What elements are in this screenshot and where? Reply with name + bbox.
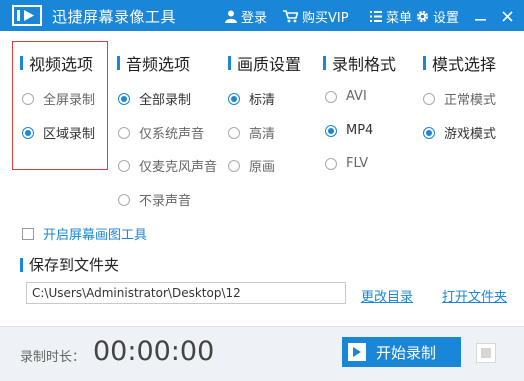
format-avi-label: AVI: [346, 89, 367, 104]
video-region-label: 区域录制: [43, 127, 96, 142]
mode-header: 模式选择: [423, 51, 496, 75]
quality-original-label: 原画: [249, 160, 276, 175]
minimize-icon: [474, 18, 486, 21]
quality-original-radio[interactable]: 原画: [228, 156, 275, 175]
save-folder-header: 保存到文件夹: [20, 254, 119, 275]
mode-normal-radio[interactable]: 正常模式: [423, 89, 496, 108]
open-folder-link[interactable]: 打开文件夹: [442, 286, 507, 305]
mode-normal-label: 正常模式: [444, 93, 497, 108]
radio-icon: [118, 126, 130, 139]
format-title: 录制格式: [332, 55, 397, 74]
radio-selected-icon: [228, 92, 240, 105]
radio-icon: [423, 92, 435, 105]
audio-none-radio[interactable]: 不录声音: [118, 190, 191, 209]
title-bar: 迅捷屏幕录像工具 登录 购买VIP 菜单 设置: [0, 0, 524, 31]
login-label: 登录: [241, 11, 268, 26]
format-flv-radio[interactable]: FLV: [325, 156, 368, 171]
section-marker: [323, 56, 326, 70]
paint-tool-checkbox[interactable]: 开启屏幕画图工具: [22, 224, 147, 243]
audio-mic-label: 仅麦克风声音: [139, 160, 218, 175]
gear-icon: [416, 10, 429, 23]
format-mp4-radio[interactable]: MP4: [325, 123, 373, 138]
settings-label: 设置: [433, 11, 460, 26]
close-icon: [501, 10, 513, 22]
format-header: 录制格式: [323, 51, 396, 75]
minimize-button[interactable]: [469, 5, 491, 27]
radio-icon: [118, 193, 130, 206]
status-bar: 录制时长： 00:00:00 开始录制: [0, 326, 524, 381]
cart-icon: [283, 10, 298, 23]
radio-icon: [325, 90, 337, 103]
format-flv-label: FLV: [346, 156, 369, 171]
quality-header: 画质设置: [228, 51, 301, 75]
quality-hd-label: 高清: [249, 127, 276, 142]
checkbox-icon: [22, 227, 34, 240]
video-options-title: 视频选项: [29, 55, 94, 74]
radio-icon: [118, 159, 130, 172]
menu-icon: [370, 11, 382, 22]
audio-system-label: 仅系统声音: [139, 127, 205, 142]
stop-icon: [481, 348, 491, 358]
section-marker: [228, 56, 231, 70]
change-directory-link[interactable]: 更改目录: [361, 286, 413, 305]
radio-selected-icon: [325, 124, 337, 137]
buy-vip-label: 购买VIP: [302, 11, 349, 26]
menu-label: 菜单: [386, 11, 413, 26]
audio-all-label: 全部录制: [139, 93, 192, 108]
start-recording-button[interactable]: 开始录制: [342, 337, 461, 367]
radio-selected-icon: [423, 126, 435, 139]
video-fullscreen-radio[interactable]: 全屏录制: [22, 89, 95, 108]
settings-button[interactable]: 设置: [416, 7, 459, 26]
audio-system-radio[interactable]: 仅系统声音: [118, 123, 204, 142]
radio-icon: [325, 157, 337, 170]
quality-sd-label: 标清: [249, 93, 276, 108]
recording-timer: 00:00:00: [93, 336, 215, 367]
user-icon: [225, 10, 237, 23]
quality-hd-radio[interactable]: 高清: [228, 123, 275, 142]
section-marker: [423, 56, 426, 70]
start-recording-label: 开始录制: [376, 343, 437, 362]
format-mp4-label: MP4: [346, 123, 374, 138]
section-marker: [20, 257, 23, 272]
radio-selected-icon: [118, 92, 130, 105]
close-button[interactable]: [496, 5, 518, 27]
mode-game-radio[interactable]: 游戏模式: [423, 123, 496, 142]
buy-vip-button[interactable]: 购买VIP: [283, 7, 349, 26]
radio-selected-icon: [22, 126, 34, 139]
quality-title: 画质设置: [237, 55, 302, 74]
app-title: 迅捷屏幕录像工具: [52, 8, 177, 26]
login-button[interactable]: 登录: [225, 7, 267, 26]
app-logo-icon: [12, 5, 42, 26]
play-icon: [348, 343, 366, 361]
radio-icon: [22, 92, 34, 105]
audio-none-label: 不录声音: [139, 194, 192, 209]
quality-sd-radio[interactable]: 标清: [228, 89, 275, 108]
audio-options-header: 音频选项: [117, 51, 190, 75]
radio-icon: [228, 126, 240, 139]
menu-button[interactable]: 菜单: [370, 7, 412, 26]
section-marker: [117, 56, 120, 70]
radio-icon: [228, 159, 240, 172]
video-options-header: 视频选项: [20, 51, 93, 75]
save-path-input[interactable]: [26, 282, 346, 304]
audio-options-title: 音频选项: [126, 55, 191, 74]
duration-label: 录制时长：: [20, 350, 86, 365]
audio-all-radio[interactable]: 全部录制: [118, 89, 191, 108]
format-avi-radio[interactable]: AVI: [325, 89, 367, 104]
save-folder-title: 保存到文件夹: [29, 256, 120, 274]
section-marker: [20, 56, 23, 70]
mode-title: 模式选择: [432, 55, 497, 74]
mode-game-label: 游戏模式: [444, 127, 497, 142]
video-region-radio[interactable]: 区域录制: [22, 123, 95, 142]
paint-tool-label: 开启屏幕画图工具: [43, 228, 148, 243]
stop-button[interactable]: [476, 343, 496, 363]
video-fullscreen-label: 全屏录制: [43, 93, 96, 108]
audio-mic-radio[interactable]: 仅麦克风声音: [118, 156, 217, 175]
